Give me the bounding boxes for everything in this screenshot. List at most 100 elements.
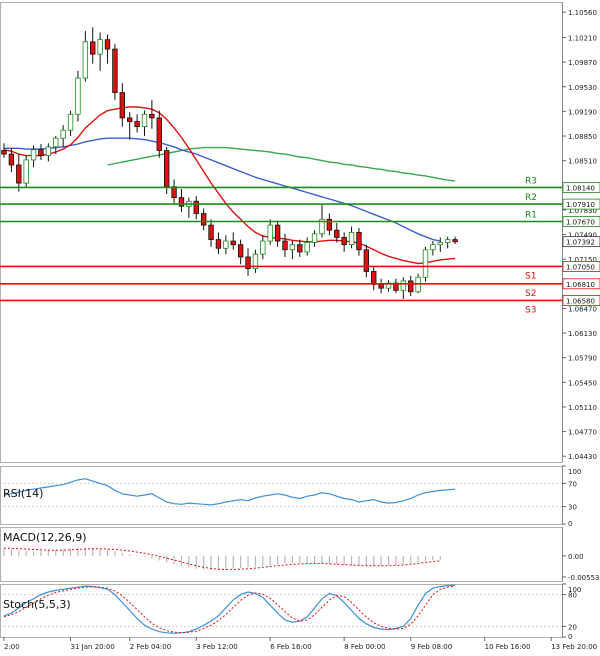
level-price-label: 1.07670 [566,218,595,226]
candle-bear [149,113,155,119]
x-tick-label: 13 Feb 20:00 [551,643,597,651]
candle-bear [341,237,347,246]
candle-bear [282,240,288,251]
candle-bear [127,117,133,122]
y-tick-label: 1.09190 [568,108,597,116]
x-tick-label: 6 Feb 16:00 [270,643,311,651]
level-label-s3: S3 [525,305,536,315]
candle-bear [452,239,458,243]
y-tick-label: 1.10210 [568,34,597,42]
candle-bull [75,77,81,115]
candle-bear [408,280,414,293]
candle-bull [267,224,273,242]
level-label-r3: R3 [525,176,537,186]
candle-bull [400,280,407,291]
level-label-s2: S2 [525,289,536,299]
level-price-label: 1.06580 [566,297,595,305]
current-price-label: 1.07392 [566,239,595,247]
level-label-s1: S1 [525,271,536,281]
candle-bull [437,242,443,246]
candle-bear [104,39,111,50]
candle-bear [119,92,126,119]
y-tick-label: -0.005537 [568,574,600,582]
y-tick-label: 1.09530 [568,84,597,92]
macd-label: MACD(12,26,9) [3,531,87,544]
y-tick-label: 1.08510 [568,158,597,166]
y-tick-label: 100 [568,468,581,476]
candle-bear [215,239,222,249]
candle-bull [23,159,29,184]
candle-bull [422,249,429,278]
y-tick-label: 1.05790 [568,355,597,363]
candle-bear [371,271,377,285]
candle-bear [208,224,214,241]
level-label-r2: R2 [525,193,537,203]
y-tick-label: 1.06130 [568,330,597,338]
x-tick-label: 3 Feb 12:00 [196,643,237,651]
y-tick-label: 1.09870 [568,59,597,67]
candle-bull [45,146,52,156]
stoch-label: Stoch(5,5,3) [3,598,71,611]
candle-bull [97,39,103,55]
y-tick-label: 0 [568,520,572,528]
x-tick-label: 2 Feb 04:00 [130,643,171,651]
x-tick-label: 2:00 [4,643,20,651]
candle-bull [53,137,59,148]
level-price-label: 1.07910 [566,201,595,209]
y-tick-label: 1.10560 [568,9,597,17]
candle-bear [274,224,281,242]
y-tick-label: 80 [568,592,577,600]
candle-bear [156,117,162,151]
candle-bull [348,231,355,246]
candle-bear [16,164,22,184]
candle-bear [8,153,15,166]
y-tick-label: 70 [568,480,577,488]
x-tick-label: 8 Feb 00:00 [344,643,385,651]
y-tick-label: 1.05110 [568,404,597,412]
x-tick-label: 10 Feb 16:00 [485,643,531,651]
y-tick-label: 1.08850 [568,133,597,141]
candle-bull [304,242,310,253]
candle-bull [289,244,296,251]
candle-bear [334,229,340,238]
x-tick-label: 9 Feb 08:00 [411,643,452,651]
candle-bear [134,121,140,127]
candle-bear [193,200,199,214]
y-tick-label: 20 [568,623,577,631]
y-tick-label: 1.04430 [568,453,597,461]
candle-bear [297,244,303,253]
candle-bear [356,231,362,251]
candle-bull [444,239,451,243]
candle-bear [171,186,177,198]
candle-bear [230,240,236,246]
candle-bear [112,48,118,93]
candle-bull [141,113,148,127]
candle-bear [90,41,96,55]
candle-bull [67,113,74,131]
candle-bull [82,41,89,79]
level-price-label: 1.06810 [566,281,595,289]
candle-bear [1,150,7,155]
candle-bull [430,244,436,251]
level-price-label: 1.08140 [566,184,595,192]
level-label-r1: R1 [525,210,537,220]
candle-bull [30,149,37,161]
candle-bear [200,213,207,226]
candle-bear [378,284,384,289]
rsi-label: RSI(14) [3,487,43,500]
y-tick-label: 0.00 [568,553,584,561]
candle-bear [163,150,170,188]
candle-bear [38,149,44,156]
candle-bull [223,240,229,249]
candle-bear [363,249,370,272]
candle-bear [237,244,244,258]
y-tick-label: 0 [568,633,572,641]
y-tick-label: 1.04770 [568,429,597,437]
candle-bull [60,129,66,139]
level-price-label: 1.07050 [566,263,595,271]
candle-bear [178,197,185,207]
candle-bull [260,240,266,255]
candle-bull [311,233,318,243]
y-tick-label: 1.05450 [568,379,597,387]
y-tick-label: 30 [568,504,577,512]
